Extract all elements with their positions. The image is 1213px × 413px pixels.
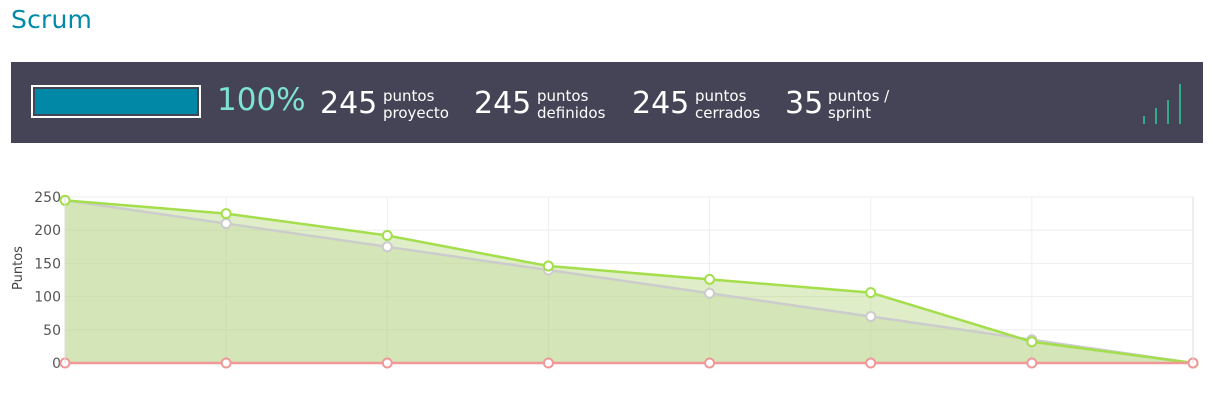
y-tick-label: 200 (34, 223, 61, 239)
stat-value: 245 (632, 86, 690, 121)
data-point (220, 208, 232, 220)
data-point (220, 218, 232, 230)
stat-value: 35 (785, 86, 824, 121)
progress-fill (35, 89, 197, 114)
y-tick-label: 150 (34, 256, 61, 272)
project-summary-bar: 100% 245 puntos proyecto 245 puntos defini… (11, 62, 1203, 143)
data-point (704, 357, 716, 369)
progress-percent: 100% (217, 82, 306, 118)
data-point (865, 311, 877, 323)
stat-label: puntos cerrados (695, 87, 761, 122)
stat-label: puntos definidos (537, 87, 606, 122)
data-point (542, 357, 554, 369)
stat-value: 245 (474, 86, 532, 121)
data-point (381, 357, 393, 369)
page-title: Scrum (11, 5, 93, 34)
data-point (542, 260, 554, 272)
y-tick-label: 50 (43, 323, 61, 339)
data-point (381, 241, 393, 253)
stat-value: 245 (320, 86, 378, 121)
y-axis-label: Puntos (11, 246, 26, 290)
data-point (1026, 357, 1038, 369)
data-point (865, 357, 877, 369)
data-point (220, 357, 232, 369)
data-point (704, 287, 716, 299)
signal-bars-icon[interactable] (1142, 82, 1186, 124)
burndown-chart: 050100150200250Puntos (11, 190, 1199, 372)
stat-label: puntos proyecto (383, 87, 449, 122)
stat-label: puntos / sprint (828, 87, 890, 122)
progress-bar (31, 85, 201, 118)
data-point (1026, 336, 1038, 348)
y-tick-label: 250 (34, 190, 61, 206)
data-point (865, 287, 877, 299)
y-tick-label: 100 (34, 290, 61, 306)
data-point (704, 273, 716, 285)
data-point (381, 230, 393, 242)
